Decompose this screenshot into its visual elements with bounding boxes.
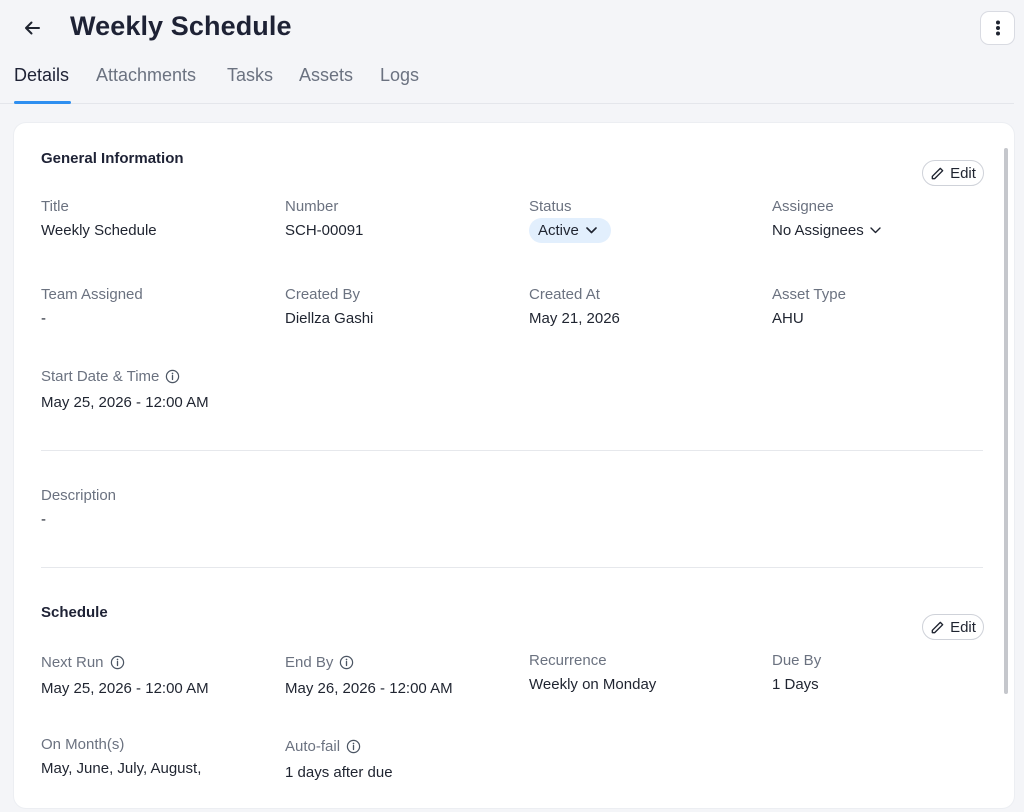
start-date-value: May 25, 2026 - 12:00 AM (41, 394, 209, 411)
next-run-value: May 25, 2026 - 12:00 AM (41, 680, 209, 697)
info-icon[interactable] (110, 655, 125, 670)
details-card: General Information Edit Title Weekly Sc… (14, 123, 1014, 808)
number-label: Number (285, 198, 339, 215)
due-by-value: 1 Days (772, 676, 819, 693)
created-at-label: Created At (529, 286, 600, 303)
general-edit-button[interactable]: Edit (922, 160, 984, 186)
start-date-label: Start Date & Time (41, 368, 180, 385)
on-months-value: May, June, July, August, (41, 760, 202, 777)
auto-fail-label-text: Auto-fail (285, 738, 341, 755)
tab-tasks[interactable]: Tasks (227, 65, 273, 86)
created-by-value: Diellza Gashi (285, 310, 374, 327)
on-months-label: On Month(s) (41, 736, 125, 753)
info-icon[interactable] (346, 739, 361, 754)
schedule-edit-button[interactable]: Edit (922, 614, 984, 640)
edit-label: Edit (950, 164, 976, 182)
divider (41, 450, 983, 451)
description-value: - (41, 511, 46, 528)
info-icon[interactable] (339, 655, 354, 670)
tab-bar: Details Attachments Tasks Assets Logs (0, 56, 1014, 104)
divider (41, 567, 983, 568)
auto-fail-label: Auto-fail (285, 738, 361, 755)
tab-attachments[interactable]: Attachments (96, 65, 196, 86)
assignee-label: Assignee (772, 198, 834, 215)
start-date-label-text: Start Date & Time (41, 368, 160, 385)
end-by-label: End By (285, 654, 354, 671)
number-value: SCH-00091 (285, 222, 364, 239)
tab-logs[interactable]: Logs (380, 65, 419, 86)
edit-label: Edit (950, 618, 976, 636)
next-run-label-text: Next Run (41, 654, 104, 671)
created-at-value: May 21, 2026 (529, 310, 620, 327)
pencil-icon (931, 167, 944, 179)
asset-type-value: AHU (772, 310, 804, 327)
recurrence-value: Weekly on Monday (529, 676, 657, 693)
assignee-value: No Assignees (772, 222, 864, 239)
more-vertical-icon (995, 20, 1000, 36)
tab-assets[interactable]: Assets (299, 65, 353, 86)
page-title: Weekly Schedule (70, 11, 292, 41)
back-button[interactable] (16, 12, 48, 44)
next-run-label: Next Run (41, 654, 125, 671)
recurrence-label: Recurrence (529, 652, 607, 669)
tab-details[interactable]: Details (14, 65, 69, 86)
chevron-down-icon (586, 227, 597, 234)
team-assigned-value: - (41, 310, 46, 327)
auto-fail-value: 1 days after due (285, 764, 393, 781)
general-information-title: General Information (41, 150, 184, 167)
description-label: Description (41, 487, 117, 504)
arrow-left-icon (25, 21, 40, 35)
info-icon[interactable] (165, 369, 180, 384)
page-header: Weekly Schedule (0, 0, 1024, 56)
title-label: Title (41, 198, 69, 215)
end-by-value: May 26, 2026 - 12:00 AM (285, 680, 453, 697)
created-by-label: Created By (285, 286, 361, 303)
team-assigned-label: Team Assigned (41, 286, 143, 303)
status-label: Status (529, 198, 572, 215)
chevron-down-icon (870, 227, 881, 234)
pencil-icon (931, 621, 944, 633)
status-dropdown[interactable]: Active (529, 218, 611, 243)
schedule-title: Schedule (41, 604, 108, 621)
asset-type-label: Asset Type (772, 286, 846, 303)
end-by-label-text: End By (285, 654, 334, 671)
more-options-button[interactable] (980, 11, 1015, 45)
due-by-label: Due By (772, 652, 822, 669)
status-value: Active (538, 222, 579, 239)
active-tab-indicator (14, 101, 71, 104)
title-value: Weekly Schedule (41, 222, 157, 239)
scrollbar[interactable] (1004, 148, 1008, 694)
assignee-dropdown[interactable]: No Assignees (772, 222, 881, 239)
